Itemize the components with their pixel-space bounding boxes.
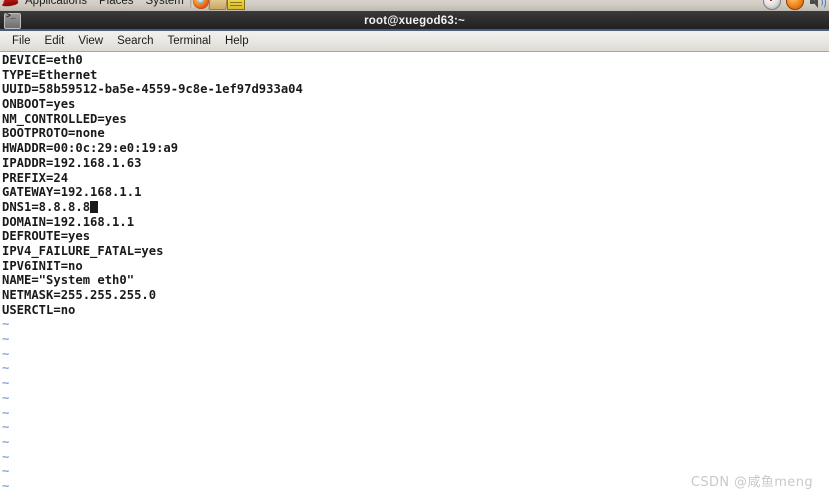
vim-empty-line-marker: ~ [2,317,10,332]
terminal-window: root@xuegod63:~ File Edit View Search Te… [0,11,829,502]
terminal-line: GATEWAY=192.168.1.1 [2,185,142,200]
window-title: root@xuegod63:~ [364,14,465,27]
updates-icon[interactable] [763,0,781,10]
terminal-line: IPADDR=192.168.1.63 [2,155,142,170]
panel-tray [763,0,829,10]
menu-terminal[interactable]: Terminal [161,34,218,48]
vim-empty-line-marker: ~ [2,332,10,347]
vim-empty-line-marker: ~ [2,390,10,405]
vim-empty-line-marker: ~ [2,420,10,435]
vim-empty-line-marker: ~ [2,449,10,464]
terminal-line: IPV4_FAILURE_FATAL=yes [2,243,164,258]
terminal-line: HWADDR=00:0c:29:e0:19:a9 [2,141,179,156]
watermark: CSDN @咸鱼meng [690,475,813,490]
vim-empty-line-marker: ~ [2,376,10,391]
terminal-line: BOOTPROTO=none [2,126,105,141]
terminal-line: PREFIX=24 [2,170,69,185]
menu-view[interactable]: View [71,34,110,48]
redhat-logo-icon [1,0,19,9]
menubar: File Edit View Search Terminal Help [0,31,829,52]
menu-file[interactable]: File [5,34,38,48]
window-titlebar[interactable]: root@xuegod63:~ [0,11,829,31]
terminal-line: DOMAIN=192.168.1.1 [2,214,135,229]
terminal-line: DEVICE=eth0 [2,53,83,67]
firefox-icon[interactable] [192,0,209,9]
terminal-line: IPV6INIT=no [2,258,83,273]
menu-search[interactable]: Search [110,34,160,48]
terminal-line: ONBOOT=yes [2,97,76,112]
terminal-line: TYPE=Ethernet [2,67,98,82]
panel-menu-places[interactable]: Places [93,0,140,11]
file-manager-icon[interactable] [208,0,228,10]
terminal-line: UUID=58b59512-ba5e-4559-9c8e-1ef97d933a0… [2,82,303,97]
volume-icon[interactable] [809,0,826,10]
terminal-line: NM_CONTROLLED=yes [2,111,127,126]
terminal-line: DEFROUTE=yes [2,229,91,244]
menu-help[interactable]: Help [218,34,256,48]
panel-menu-system[interactable]: System [140,0,190,11]
terminal-line: DNS1=8.8.8.8 [2,200,829,215]
alert-icon[interactable] [786,0,804,10]
panel-menu-applications[interactable]: Applications [19,0,93,11]
terminal-cursor [90,200,99,213]
writer-icon[interactable] [226,0,245,10]
vim-empty-line-marker: ~ [2,361,10,376]
menu-edit[interactable]: Edit [38,34,72,48]
terminal-line: NAME="System eth0" [2,273,135,288]
terminal-line: USERCTL=no [2,302,76,317]
vim-empty-line-marker: ~ [2,405,10,420]
terminal-content[interactable]: DEVICE=eth0 TYPE=Ethernet UUID=58b59512-ba… [0,52,829,502]
vim-empty-line-marker: ~ [2,346,10,361]
terminal-line: NETMASK=255.255.255.0 [2,288,157,302]
vim-empty-line-marker: ~ [2,434,10,449]
